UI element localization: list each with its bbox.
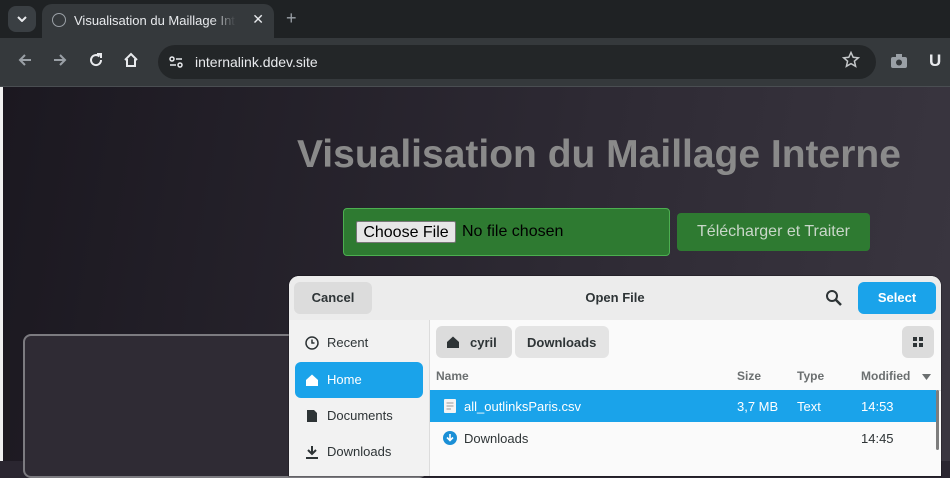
file-row[interactable]: Downloads 14:45 [430,422,936,454]
home-icon [447,336,459,348]
file-modified: 14:53 [861,399,894,414]
file-name: all_outlinksParis.csv [464,399,582,414]
scrollbar[interactable] [936,390,939,450]
sidebar-item-label: Recent [327,335,369,350]
site-settings-icon[interactable] [168,54,184,70]
text-file-icon [444,399,456,413]
profile-avatar[interactable]: U [929,51,941,71]
chevron-down-icon [17,16,27,22]
document-icon [307,410,317,422]
new-tab-button[interactable]: + [286,8,297,29]
upload-process-button[interactable]: Télécharger et Traiter [677,213,870,251]
reload-icon[interactable] [88,52,104,68]
file-row[interactable]: all_outlinksParis.csv 3,7 MB Text 14:53 [430,390,936,422]
forward-icon[interactable] [52,52,68,68]
places-sidebar: Recent Home Documents Downloads [289,320,430,476]
column-header-row: Name Size Type Modified [430,364,941,391]
no-file-label: No file chosen [462,223,564,240]
sort-descending-icon[interactable] [922,374,931,380]
dialog-header: Open File Cancel Select [289,276,941,320]
column-modified[interactable]: Modified [861,369,910,383]
tab-search-button[interactable] [8,6,36,32]
cancel-button[interactable]: Cancel [294,282,372,314]
column-type[interactable]: Type [797,369,824,383]
open-file-dialog: Open File Cancel Select Recent Home Docu… [289,276,941,476]
browser-toolbar: internalink.ddev.site U [0,38,950,87]
download-icon [306,446,318,459]
clock-icon [305,336,319,350]
breadcrumb-label: cyril [470,335,497,350]
file-input[interactable]: Choose File No file chosen [343,208,670,256]
column-name[interactable]: Name [436,369,469,383]
back-icon[interactable] [17,52,33,68]
sidebar-item-documents[interactable]: Documents [295,398,423,434]
path-bar: cyril Downloads [430,320,941,364]
sidebar-item-downloads[interactable]: Downloads [295,434,423,470]
select-button[interactable]: Select [858,282,936,314]
download-folder-icon [443,431,457,445]
breadcrumb-downloads[interactable]: Downloads [515,326,609,358]
bookmark-star-icon[interactable] [842,51,860,69]
choose-file-button[interactable]: Choose File [356,221,456,243]
search-icon[interactable] [822,286,846,310]
home-icon[interactable] [123,52,139,68]
home-icon [306,374,318,386]
address-bar[interactable]: internalink.ddev.site [158,45,876,79]
page-edge [0,87,3,461]
sidebar-item-label: Documents [327,408,393,423]
breadcrumb-label: Downloads [527,335,597,350]
breadcrumb-home[interactable]: cyril [436,326,512,358]
tab-strip: Visualisation du Maillage Interne ✕ + [0,0,950,38]
camera-icon[interactable] [890,53,908,69]
sidebar-item-label: Downloads [327,444,392,459]
view-toggle-button[interactable] [902,326,934,358]
sidebar-item-home[interactable]: Home [295,362,423,398]
file-size: 3,7 MB [737,399,779,414]
grid-view-icon [913,337,923,347]
file-type: Text [797,399,821,414]
file-modified: 14:45 [861,431,894,446]
sidebar-item-recent[interactable]: Recent [295,325,423,361]
page-title: Visualisation du Maillage Interne [297,133,901,176]
url-text: internalink.ddev.site [195,54,318,70]
column-size[interactable]: Size [737,369,761,383]
tab-title: Visualisation du Maillage Interne [74,13,236,28]
sidebar-item-label: Home [327,372,362,387]
close-tab-icon[interactable]: ✕ [252,11,264,28]
globe-icon [52,13,66,27]
active-tab[interactable]: Visualisation du Maillage Interne ✕ [42,4,274,38]
file-name: Downloads [464,431,529,446]
